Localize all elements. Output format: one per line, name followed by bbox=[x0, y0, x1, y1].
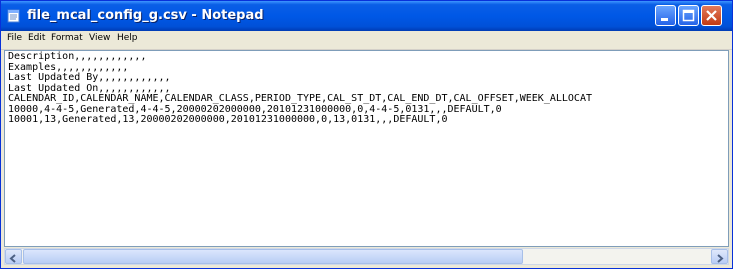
menu-view[interactable]: View bbox=[89, 33, 110, 43]
menu-bar: File Edit Format View Help bbox=[1, 31, 732, 50]
close-button[interactable] bbox=[701, 5, 722, 26]
menu-format[interactable]: Format bbox=[51, 33, 83, 43]
window-title: file_mcal_config_g.csv - Notepad bbox=[27, 8, 264, 23]
minimize-icon bbox=[661, 18, 668, 21]
minimize-button[interactable] bbox=[655, 5, 676, 26]
notepad-icon bbox=[7, 9, 20, 23]
menu-edit[interactable]: Edit bbox=[28, 33, 45, 43]
editor-text[interactable]: Description,,,,,,,,,,,, Examples,,,,,,,,… bbox=[8, 51, 592, 126]
notepad-window: file_mcal_config_g.csv - Notepad File Ed… bbox=[0, 0, 733, 269]
arrow-left-icon bbox=[9, 254, 16, 263]
text-editor[interactable]: Description,,,,,,,,,,,, Examples,,,,,,,,… bbox=[4, 50, 729, 247]
scroll-right-button[interactable] bbox=[711, 249, 728, 264]
horizontal-scrollbar[interactable] bbox=[4, 248, 729, 265]
scroll-thumb[interactable] bbox=[23, 249, 523, 264]
close-icon bbox=[706, 10, 717, 21]
arrow-right-icon bbox=[717, 254, 724, 263]
menu-help[interactable]: Help bbox=[117, 33, 138, 43]
title-bar[interactable]: file_mcal_config_g.csv - Notepad bbox=[1, 1, 732, 31]
maximize-icon bbox=[682, 9, 695, 22]
scroll-left-button[interactable] bbox=[5, 249, 22, 264]
maximize-button[interactable] bbox=[678, 5, 699, 26]
menu-file[interactable]: File bbox=[7, 33, 22, 43]
